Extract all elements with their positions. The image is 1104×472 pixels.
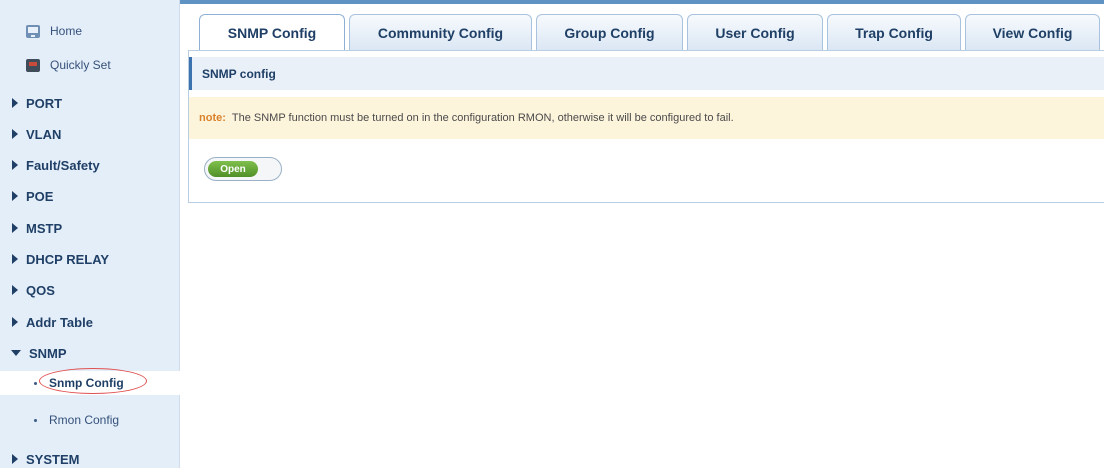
tab-label: Community Config	[377, 24, 504, 41]
note-label: note:	[199, 112, 226, 124]
tab-label: Trap Config	[855, 24, 933, 41]
sidebar-item-label: MSTP	[26, 220, 63, 236]
sidebar-item-qos[interactable]: QOS	[0, 277, 179, 303]
bullet-icon	[34, 381, 37, 385]
collapse-arrow-icon	[11, 350, 21, 356]
expand-arrow-icon	[12, 160, 18, 170]
sidebar-subitem-snmp-config[interactable]: Snmp Config	[0, 368, 180, 395]
sidebar-item-label: Quickly Set	[50, 58, 111, 72]
tab-label: View Config	[992, 24, 1073, 41]
sidebar-subitem-rmon-config[interactable]: Rmon Config	[0, 408, 119, 432]
snmp-enable-toggle[interactable]: Open	[204, 157, 282, 181]
sidebar-item-poe[interactable]: POE	[0, 183, 179, 209]
sidebar-item-label: Fault/Safety	[26, 157, 100, 173]
sidebar-item-label: POE	[26, 188, 54, 204]
tab-user-config[interactable]: User Config	[687, 14, 823, 50]
tab-trap-config[interactable]: Trap Config	[827, 14, 961, 50]
expand-arrow-icon	[12, 454, 18, 464]
tab-snmp-config[interactable]: SNMP Config	[199, 14, 345, 50]
top-accent-line	[180, 0, 1104, 4]
expand-arrow-icon	[12, 254, 18, 264]
sidebar-item-addr-table[interactable]: Addr Table	[0, 309, 179, 335]
note-banner: note: The SNMP function must be turned o…	[189, 97, 1104, 139]
sidebar-item-label: PORT	[26, 95, 63, 111]
expand-arrow-icon	[12, 285, 18, 295]
sidebar-item-label: VLAN	[26, 126, 62, 142]
sidebar-item-vlan[interactable]: VLAN	[0, 121, 179, 147]
sidebar: Home Quickly Set PORT VLAN Fault/Safety …	[0, 0, 180, 468]
sidebar-subitem-label: Snmp Config	[49, 376, 124, 390]
sidebar-item-label: DHCP RELAY	[26, 251, 110, 267]
expand-arrow-icon	[12, 191, 18, 201]
sidebar-item-label: SYSTEM	[26, 451, 80, 467]
expand-arrow-icon	[12, 317, 18, 327]
sidebar-item-label: QOS	[26, 282, 55, 298]
tab-label: Group Config	[564, 24, 655, 41]
expand-arrow-icon	[12, 223, 18, 233]
note-text: The SNMP function must be turned on in t…	[231, 112, 734, 124]
sidebar-item-snmp[interactable]: SNMP	[0, 340, 179, 366]
sidebar-item-label: SNMP	[29, 345, 67, 361]
home-icon	[26, 24, 40, 38]
expand-arrow-icon	[12, 98, 18, 108]
tab-group-config[interactable]: Group Config	[536, 14, 683, 50]
sidebar-item-label: Addr Table	[26, 314, 93, 330]
tab-view-config[interactable]: View Config	[965, 14, 1100, 50]
bullet-icon	[34, 418, 37, 422]
tab-community-config[interactable]: Community Config	[349, 14, 532, 50]
sidebar-item-quickly-set[interactable]: Quickly Set	[0, 52, 179, 78]
sidebar-item-dhcp-relay[interactable]: DHCP RELAY	[0, 246, 179, 272]
sidebar-subitem-label: Rmon Config	[49, 413, 120, 427]
toggle-label: Open	[208, 161, 258, 177]
sidebar-item-fault-safety[interactable]: Fault/Safety	[0, 152, 179, 178]
sidebar-item-system[interactable]: SYSTEM	[0, 446, 179, 472]
tab-label: SNMP Config	[227, 24, 317, 41]
section-title: SNMP config	[189, 57, 1104, 90]
quick-setup-icon	[26, 58, 40, 72]
tab-label: User Config	[715, 24, 795, 41]
tab-bar: SNMP Config Community Config Group Confi…	[188, 14, 1104, 50]
expand-arrow-icon	[12, 129, 18, 139]
content-panel: SNMP config note: The SNMP function must…	[188, 50, 1104, 203]
sidebar-item-mstp[interactable]: MSTP	[0, 215, 179, 241]
sidebar-item-home[interactable]: Home	[0, 18, 179, 44]
sidebar-item-port[interactable]: PORT	[0, 90, 179, 116]
sidebar-item-label: Home	[50, 24, 83, 38]
